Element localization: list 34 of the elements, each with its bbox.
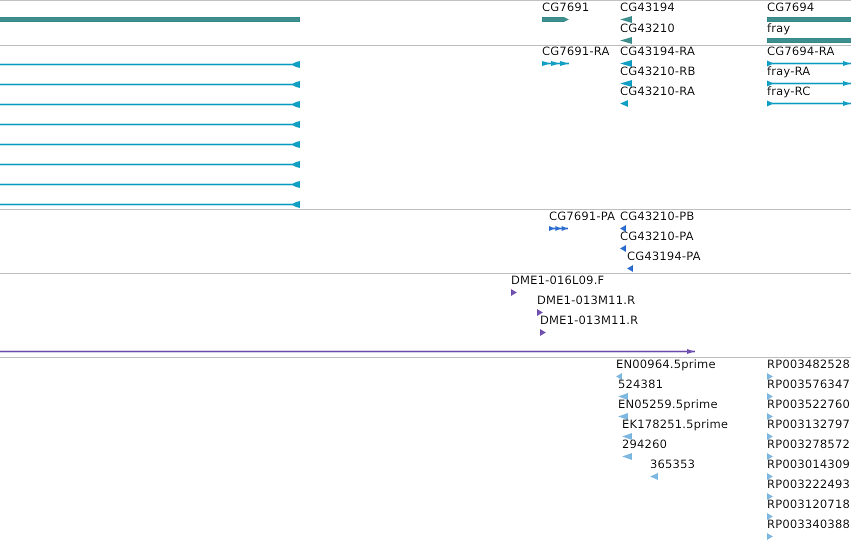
feature-label: CG43194-RA xyxy=(620,45,696,58)
feature-label: fray-RC xyxy=(767,85,810,98)
feature-label: fray xyxy=(767,22,790,35)
feature-label: RP003120718 xyxy=(767,498,850,511)
feature-label: RP003482528 xyxy=(767,358,850,371)
feature-label: RP003340388 xyxy=(767,518,850,531)
feature-label: 294260 xyxy=(622,438,668,451)
feature-label: CG43210-PB xyxy=(620,210,694,223)
feature-label: CG7694 xyxy=(767,1,814,14)
feature-label: CG43210 xyxy=(620,22,675,35)
feature-label: 524381 xyxy=(618,378,664,391)
feature-label: RP003014309 xyxy=(767,458,850,471)
feature-label: DME1-016L09.F xyxy=(511,274,604,287)
feature-label: DME1-013M11.R xyxy=(540,314,638,327)
feature-label: CG7691-PA xyxy=(549,210,616,223)
feature-label: EN05259.5prime xyxy=(618,398,718,411)
feature-label: EN00964.5prime xyxy=(616,358,716,371)
feature-label: RP003576347 xyxy=(767,378,850,391)
feature-label: CG7691-RA xyxy=(542,45,610,58)
feature-label: CG43194-PA xyxy=(627,250,701,263)
feature-label: CG43210-RA xyxy=(620,85,696,98)
feature-label: RP003522760 xyxy=(767,398,850,411)
feature-label: DME1-013M11.R xyxy=(537,294,636,307)
feature-label: fray-RA xyxy=(767,65,810,78)
feature-label: CG43194 xyxy=(620,1,675,14)
feature-label: CG43210-PA xyxy=(620,230,694,243)
feature-label: RP003278572 xyxy=(767,438,850,451)
feature-label: 365353 xyxy=(650,458,696,471)
feature-label: CG7691 xyxy=(542,1,590,14)
feature-label: RP003222493 xyxy=(767,478,850,491)
feature-label: RP003132797 xyxy=(767,418,850,431)
feature-label: CG43210-RB xyxy=(620,65,696,78)
feature-label: CG7694-RA xyxy=(767,45,835,58)
feature-label: EK178251.5prime xyxy=(622,418,728,431)
